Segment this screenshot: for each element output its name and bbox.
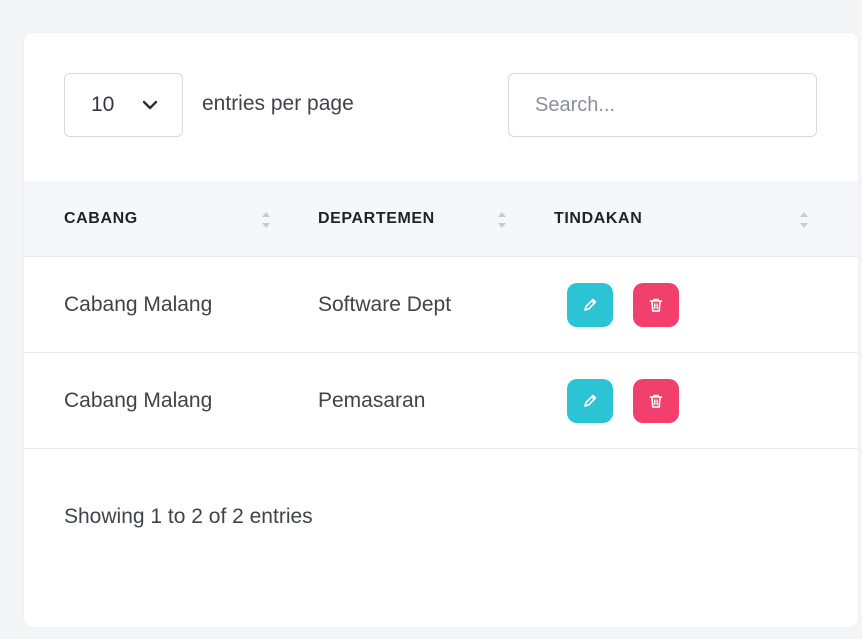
column-header-departemen[interactable]: DEPARTEMEN [318, 181, 435, 257]
pencil-icon [584, 298, 597, 311]
trash-icon [649, 298, 663, 312]
table-info: Showing 1 to 2 of 2 entries [64, 505, 313, 528]
cell-departemen: Software Dept [318, 292, 452, 316]
table-toolbar: 10 entries per page [24, 33, 858, 181]
edit-button[interactable] [567, 379, 613, 423]
sort-icon[interactable] [496, 209, 508, 231]
cell-departemen: Pemasaran [318, 388, 426, 412]
search-input[interactable] [508, 73, 817, 137]
cell-cabang: Cabang Malang [64, 388, 213, 412]
entries-per-page-select[interactable]: 10 [64, 73, 183, 137]
sort-icon[interactable] [798, 209, 810, 231]
pencil-icon [584, 394, 597, 407]
edit-button[interactable] [567, 283, 613, 327]
delete-button[interactable] [633, 379, 679, 423]
column-header-tindakan[interactable]: TINDAKAN [554, 181, 642, 257]
chevron-down-icon [142, 100, 158, 110]
table-row: Cabang Malang Pemasaran [24, 353, 858, 449]
entries-per-page-value: 10 [91, 93, 115, 116]
sort-icon[interactable] [260, 209, 272, 231]
table-header: CABANG DEPARTEMEN TINDAKAN [24, 181, 858, 257]
delete-button[interactable] [633, 283, 679, 327]
table-row: Cabang Malang Software Dept [24, 257, 858, 353]
entries-per-page-label: entries per page [202, 92, 354, 115]
trash-icon [649, 394, 663, 408]
table-card: 10 entries per page CABANG DEPARTEMEN TI… [24, 33, 858, 627]
column-header-cabang[interactable]: CABANG [64, 181, 138, 257]
cell-cabang: Cabang Malang [64, 292, 213, 316]
